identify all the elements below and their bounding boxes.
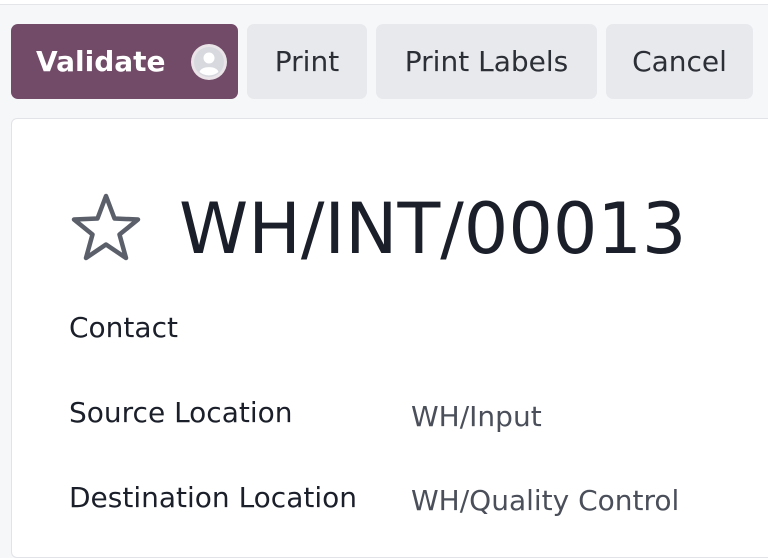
print-labels-button[interactable]: Print Labels (376, 24, 597, 99)
destination-location-field[interactable]: WH/Quality Control (411, 484, 679, 517)
source-location-field[interactable]: WH/Input (411, 400, 542, 433)
validate-button-label: Validate (36, 45, 166, 78)
star-outline-icon[interactable] (68, 191, 144, 267)
print-button[interactable]: Print (247, 24, 367, 99)
user-avatar-icon (190, 43, 228, 81)
record-title: WH/INT/00013 (179, 188, 687, 270)
top-divider (0, 0, 768, 5)
control-panel-buttons: Validate Print Print Labels Cancel (11, 24, 753, 99)
title-row: WH/INT/00013 (68, 189, 686, 269)
cancel-button[interactable]: Cancel (606, 24, 753, 99)
destination-location-label: Destination Location (69, 481, 357, 514)
form-sheet: WH/INT/00013 Contact Source Location WH/… (11, 118, 768, 558)
source-location-label: Source Location (69, 396, 293, 429)
contact-label: Contact (69, 311, 178, 344)
validate-button[interactable]: Validate (11, 24, 238, 99)
